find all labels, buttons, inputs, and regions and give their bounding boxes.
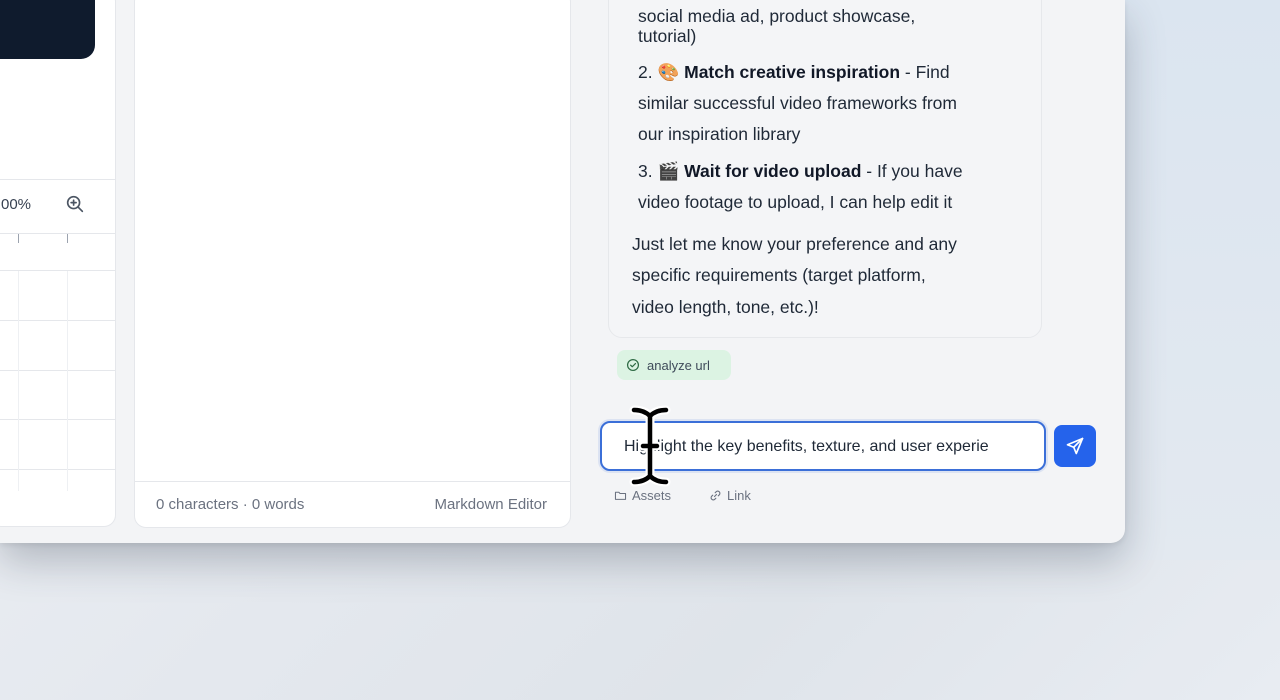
- editor-mode-label: Markdown Editor: [434, 496, 547, 513]
- markdown-editor-panel[interactable]: 0 characters · 0 words Markdown Editor: [134, 0, 571, 528]
- message-line: Just let me know your preference and any: [632, 234, 957, 254]
- message-line: our inspiration library: [638, 124, 801, 144]
- zoom-in-icon[interactable]: [64, 193, 86, 215]
- canvas-preview-card[interactable]: [0, 0, 95, 59]
- message-line: specific requirements (target platform,: [632, 265, 926, 285]
- link-icon: [710, 490, 721, 501]
- tool-tag-analyze-url[interactable]: analyze url: [617, 350, 731, 380]
- folder-icon: [614, 491, 627, 500]
- editor-footer: 0 characters · 0 words Markdown Editor: [135, 481, 570, 527]
- link-button[interactable]: Link: [709, 488, 751, 503]
- message-line: video length, tone, etc.)!: [632, 297, 819, 317]
- zoom-toolbar: 00%: [0, 179, 115, 223]
- app-window: 00% 0 characters · 0 words Markdown Edit…: [0, 0, 1125, 543]
- message-line: tutorial): [638, 26, 697, 46]
- assets-label: Assets: [632, 488, 672, 503]
- send-button[interactable]: [1054, 425, 1096, 467]
- message-line: similar successful video frameworks from: [638, 93, 957, 113]
- timeline-ruler: [0, 233, 115, 271]
- chat-input-box[interactable]: [600, 421, 1046, 471]
- message-line: social media ad, product showcase,: [638, 6, 916, 26]
- timeline-grid: [0, 271, 115, 526]
- chat-panel: social media ad, product showcase, tutor…: [580, 0, 1125, 543]
- check-circle-icon: [626, 358, 640, 372]
- zoom-level: 00%: [1, 196, 32, 213]
- list-item: 2. 🎨 Match creative inspiration - Find: [638, 62, 950, 82]
- list-item: 3. 🎬 Wait for video upload - If you have: [638, 161, 963, 181]
- tool-tag-label: analyze url: [647, 357, 710, 373]
- send-icon: [1066, 437, 1084, 455]
- word-count: 0 characters · 0 words: [156, 496, 305, 513]
- assets-button[interactable]: Assets: [614, 488, 671, 503]
- link-label: Link: [727, 488, 751, 503]
- canvas-panel: 00%: [0, 0, 116, 527]
- chat-input[interactable]: [624, 435, 1028, 459]
- assistant-message: social media ad, product showcase, tutor…: [608, 0, 1042, 338]
- message-line: video footage to upload, I can help edit…: [638, 192, 953, 212]
